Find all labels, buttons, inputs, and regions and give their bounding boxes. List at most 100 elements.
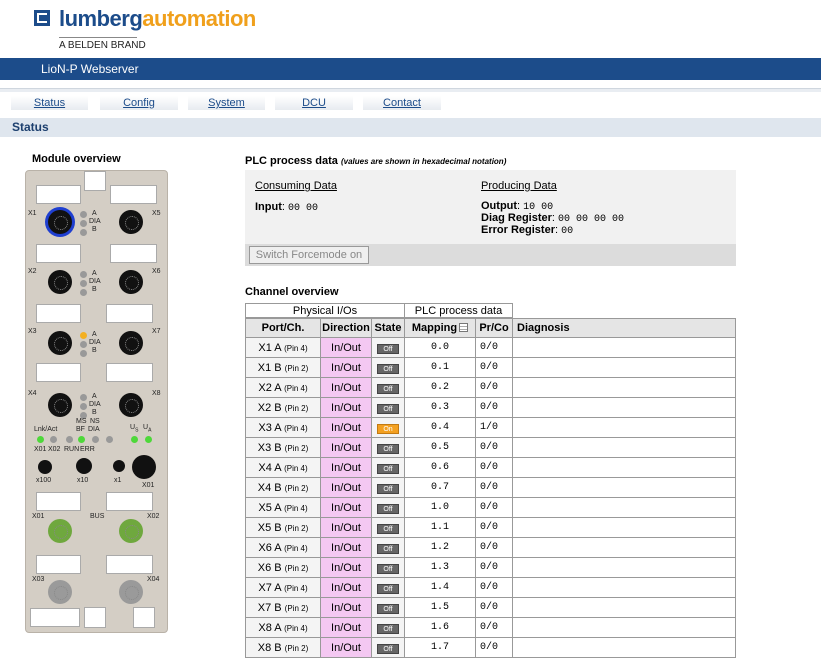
state-toggle[interactable]: Off: [377, 503, 399, 514]
direction-cell: In/Out: [320, 437, 372, 458]
port-x7-connector[interactable]: [119, 331, 143, 355]
mapping-cell: 1.0: [404, 497, 476, 518]
status-label-run: RUN: [64, 446, 80, 453]
state-toggle[interactable]: Off: [377, 523, 399, 534]
diagnosis-cell: [512, 417, 736, 438]
state-toggle[interactable]: Off: [377, 363, 399, 374]
state-toggle[interactable]: Off: [377, 603, 399, 614]
direction-cell: In/Out: [320, 637, 372, 658]
port-x3-connector[interactable]: [48, 331, 72, 355]
port-x5-connector[interactable]: [119, 210, 143, 234]
state-toggle[interactable]: Off: [377, 643, 399, 654]
power-port-x04-connector[interactable]: [119, 580, 143, 604]
producing-data-title[interactable]: Producing Data: [481, 180, 557, 192]
port-x01-round[interactable]: [132, 455, 156, 479]
port-x8-connector[interactable]: [119, 393, 143, 417]
error-register-value: 00: [561, 226, 574, 237]
state-cell: Off: [371, 597, 405, 618]
port-cell: X3 B (Pin 2): [245, 437, 321, 458]
mapping-table-icon[interactable]: [459, 323, 469, 332]
port-label-x1: X1: [28, 210, 37, 217]
state-toggle[interactable]: Off: [377, 343, 399, 354]
port-x6-connector[interactable]: [119, 270, 143, 294]
state-toggle[interactable]: Off: [377, 403, 399, 414]
prco-cell: 0/0: [475, 377, 513, 398]
tab-system[interactable]: System: [188, 96, 265, 110]
state-toggle[interactable]: Off: [377, 623, 399, 634]
port-cell: X4 A (Pin 4): [245, 457, 321, 478]
led-letter: A: [92, 270, 97, 277]
status-label-us: US: [130, 424, 139, 434]
label-plate: [36, 185, 81, 204]
port-cell: X8 B (Pin 2): [245, 637, 321, 658]
direction-cell: In/Out: [320, 477, 372, 498]
logo[interactable]: lumbergautomation: [59, 6, 256, 32]
rotary-switch-x10[interactable]: [76, 458, 92, 474]
led-bf: [78, 436, 85, 443]
mapping-cell: 0.6: [404, 457, 476, 478]
bus-port-label-x03: X03: [32, 576, 45, 583]
state-toggle[interactable]: Off: [377, 463, 399, 474]
direction-cell: In/Out: [320, 577, 372, 598]
mapping-cell: 0.5: [404, 437, 476, 458]
bus-port-label-x04: X04: [147, 576, 160, 583]
consuming-data-title[interactable]: Consuming Data: [255, 180, 337, 192]
led-x1-b: [80, 229, 87, 236]
port-label-x2: X2: [28, 268, 37, 275]
prco-cell: 0/0: [475, 457, 513, 478]
switch-forcemode-button[interactable]: Switch Forcemode on: [249, 246, 369, 264]
bus-port-x02-connector[interactable]: [119, 519, 143, 543]
group-plc-process-data: PLC process data: [404, 303, 513, 318]
state-toggle[interactable]: Off: [377, 563, 399, 574]
label-plate: [36, 244, 81, 263]
diagnosis-cell: [512, 397, 736, 418]
tab-config[interactable]: Config: [100, 96, 178, 110]
led-letter: A: [92, 210, 97, 217]
rotary-switch-x100[interactable]: [38, 460, 52, 474]
table-row: X5 B (Pin 2) In/Out Off 1.1 0/0: [245, 517, 736, 538]
tab-dcu[interactable]: DCU: [275, 96, 353, 110]
tab-contact[interactable]: Contact: [363, 96, 441, 110]
tab-status[interactable]: Status: [11, 96, 88, 110]
col-mapping[interactable]: Mapping: [404, 318, 476, 338]
bus-port-label-x02: X02: [147, 513, 160, 520]
mapping-cell: 0.7: [404, 477, 476, 498]
bus-port-x01-connector[interactable]: [48, 519, 72, 543]
state-cell: On: [371, 417, 405, 438]
group-physical-ios: Physical I/Os: [245, 303, 405, 318]
channel-overview-title: Channel overview: [245, 286, 339, 298]
state-toggle[interactable]: Off: [377, 443, 399, 454]
port-x4-connector[interactable]: [48, 393, 72, 417]
state-toggle[interactable]: Off: [377, 583, 399, 594]
rotary-switch-x1[interactable]: [113, 460, 125, 472]
state-toggle[interactable]: On: [377, 423, 399, 434]
col-diagnosis: Diagnosis: [512, 318, 736, 338]
state-toggle[interactable]: Off: [377, 483, 399, 494]
state-cell: Off: [371, 357, 405, 378]
port-cell: X6 B (Pin 2): [245, 557, 321, 578]
power-port-x03-connector[interactable]: [48, 580, 72, 604]
state-cell: Off: [371, 637, 405, 658]
port-x1-connector[interactable]: [48, 210, 72, 234]
label-plate: [106, 555, 153, 574]
state-cell: Off: [371, 557, 405, 578]
state-toggle[interactable]: Off: [377, 543, 399, 554]
state-cell: Off: [371, 377, 405, 398]
tab-bar: Status Config System DCU Contact: [11, 96, 821, 110]
led-ms: [66, 436, 73, 443]
port-cell: X7 B (Pin 2): [245, 597, 321, 618]
table-row: X7 A (Pin 4) In/Out Off 1.4 0/0: [245, 577, 736, 598]
port-cell: X6 A (Pin 4): [245, 537, 321, 558]
prco-cell: 0/0: [475, 397, 513, 418]
status-label-ua: UA: [143, 424, 152, 434]
mapping-cell: 1.4: [404, 577, 476, 598]
direction-cell: In/Out: [320, 337, 372, 358]
producing-values: Output: 10 00 Diag Register: 00 00 00 00…: [481, 201, 624, 238]
channel-table: Port/Ch. Direction State Mapping Pr/Co D…: [245, 318, 736, 658]
led-x4-dia: [80, 403, 87, 410]
la-logo-icon: [34, 10, 50, 26]
channel-group-header: Physical I/Os PLC process data: [245, 303, 513, 318]
diagnosis-cell: [512, 357, 736, 378]
port-x2-connector[interactable]: [48, 270, 72, 294]
state-toggle[interactable]: Off: [377, 383, 399, 394]
